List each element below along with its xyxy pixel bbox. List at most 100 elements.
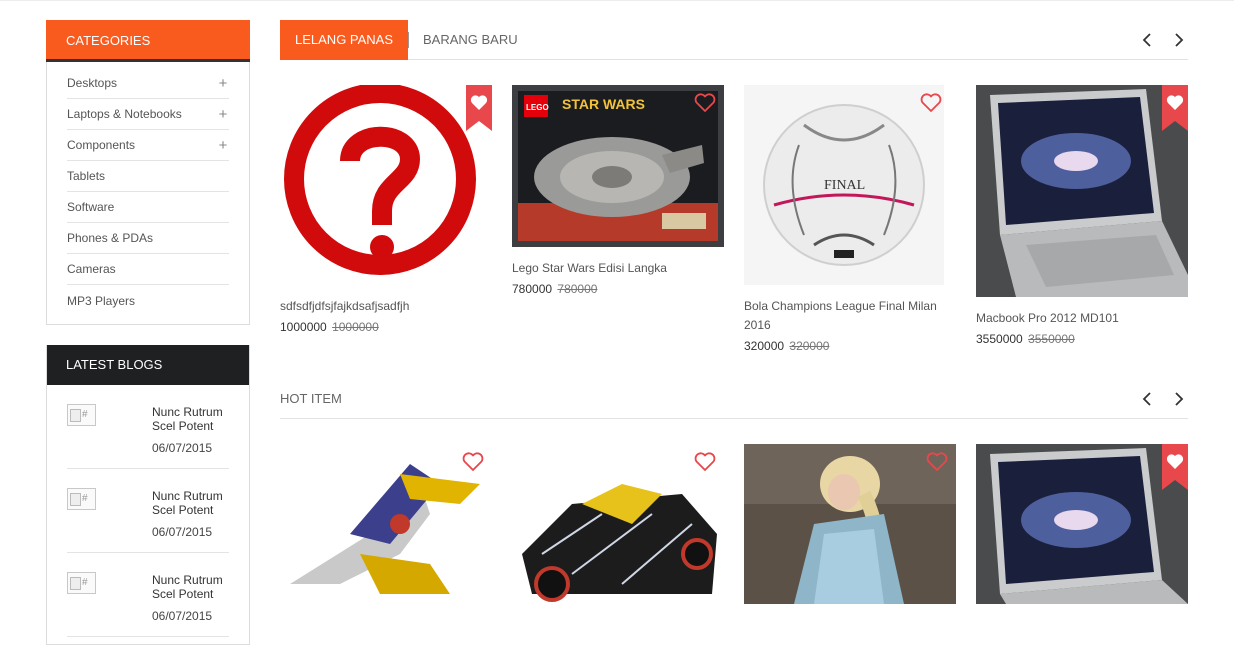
product-card[interactable]: [976, 444, 1188, 604]
product-card[interactable]: [744, 444, 956, 604]
product-image[interactable]: FINAL: [744, 85, 956, 285]
product-image[interactable]: [512, 444, 724, 604]
product-image[interactable]: LEGO STAR WARS: [512, 85, 724, 247]
wishlist-heart-outline-icon[interactable]: [694, 452, 716, 472]
blog-title[interactable]: Nunc Rutrum Scel Potent: [152, 405, 242, 433]
question-mark-image[interactable]: [280, 85, 492, 285]
category-label[interactable]: Laptops & Notebooks: [67, 107, 182, 121]
macbook-image[interactable]: [976, 85, 1188, 297]
sidebar: CATEGORIES Desktops + Laptops & Notebooks…: [46, 20, 250, 645]
top-divider: [0, 0, 1234, 1]
blog-item[interactable]: # Nunc Rutrum Scel Potent 06/07/2015: [67, 469, 229, 553]
blog-item[interactable]: # Nunc Rutrum Scel Potent 06/07/2015: [67, 553, 229, 637]
hot-products: [280, 419, 1188, 619]
hot-item-section-header: HOT ITEM: [280, 379, 1188, 419]
chevron-left-icon[interactable]: [1138, 387, 1158, 411]
broken-image-icon[interactable]: #: [67, 404, 96, 426]
category-label[interactable]: Tablets: [67, 169, 105, 183]
expand-plus-icon[interactable]: +: [217, 75, 229, 92]
categories-panel: CATEGORIES Desktops + Laptops & Notebooks…: [46, 20, 250, 325]
macbook-image[interactable]: [976, 444, 1188, 604]
category-item-software[interactable]: Software: [67, 192, 229, 223]
product-name[interactable]: Bola Champions League Final Milan 2016: [744, 297, 956, 335]
category-item-components[interactable]: Components +: [67, 130, 229, 161]
carousel-next-button[interactable]: [1168, 28, 1188, 52]
category-label[interactable]: MP3 Players: [67, 294, 135, 308]
category-label[interactable]: Desktops: [67, 76, 117, 90]
expand-plus-icon[interactable]: +: [217, 137, 229, 154]
chevron-left-icon[interactable]: [1138, 28, 1158, 52]
blog-title[interactable]: Nunc Rutrum Scel Potent: [152, 573, 242, 601]
tab-barang-baru[interactable]: BARANG BARU: [423, 20, 518, 60]
category-item-desktops[interactable]: Desktops +: [67, 68, 229, 99]
football-image[interactable]: FINAL: [744, 85, 956, 285]
product-image[interactable]: [976, 85, 1188, 297]
current-price: 1000000: [280, 320, 327, 334]
expand-plus-icon[interactable]: +: [217, 106, 229, 123]
wishlist-heart-icon[interactable]: [1162, 85, 1188, 131]
latest-blogs-heading: LATEST BLOGS: [47, 345, 249, 385]
blog-item[interactable]: # Nunc Rutrum Scel Potent 06/07/2015: [67, 385, 229, 469]
wishlist-heart-outline-icon[interactable]: [926, 452, 948, 472]
toy-spaceship-image[interactable]: [280, 444, 492, 604]
broken-image-icon[interactable]: #: [67, 488, 96, 510]
category-label[interactable]: Cameras: [67, 262, 116, 276]
category-item-tablets[interactable]: Tablets: [67, 161, 229, 192]
product-card[interactable]: LEGO STAR WARS Lego Star Wars Edisi Lang…: [512, 85, 724, 296]
wishlist-heart-outline-icon[interactable]: [462, 452, 484, 472]
blog-date: 06/07/2015: [152, 525, 213, 539]
latest-blogs-panel: LATEST BLOGS # Nunc Rutrum Scel Potent 0…: [46, 345, 250, 645]
wishlist-heart-icon[interactable]: [466, 85, 492, 131]
blog-title[interactable]: Nunc Rutrum Scel Potent: [152, 489, 242, 517]
product-price: 3550000 3550000: [976, 332, 1188, 346]
blog-list: # Nunc Rutrum Scel Potent 06/07/2015 # N…: [47, 385, 249, 637]
product-name[interactable]: sdfsdfjdfsjfajkdsafjsadfjh: [280, 297, 492, 316]
product-image[interactable]: [976, 444, 1188, 604]
product-price: 1000000 1000000: [280, 320, 492, 334]
current-price: 3550000: [976, 332, 1023, 346]
category-label[interactable]: Software: [67, 200, 114, 214]
old-price: 320000: [789, 339, 830, 353]
wishlist-heart-outline-icon[interactable]: [694, 93, 716, 113]
category-item-mp3[interactable]: MP3 Players: [67, 285, 229, 316]
product-card[interactable]: Macbook Pro 2012 MD101 3550000 3550000: [976, 85, 1188, 346]
product-name[interactable]: Lego Star Wars Edisi Langka: [512, 259, 724, 278]
old-price: 3550000: [1028, 332, 1075, 346]
main-content: LELANG PANAS BARANG BARU sdfsdfjdfsjfajk…: [280, 20, 1188, 619]
carousel-prev-button[interactable]: [1138, 28, 1158, 52]
broken-image-icon[interactable]: #: [67, 572, 96, 594]
carousel-prev-button[interactable]: [1138, 387, 1158, 411]
toy-car-image[interactable]: [512, 444, 724, 604]
product-image[interactable]: [744, 444, 956, 604]
product-image[interactable]: [280, 444, 492, 604]
auction-section-header: LELANG PANAS BARANG BARU: [280, 20, 1188, 60]
category-label[interactable]: Phones & PDAs: [67, 231, 153, 245]
product-card[interactable]: sdfsdfjdfsjfajkdsafjsadfjh 1000000 10000…: [280, 85, 492, 334]
tab-separator: [408, 32, 409, 48]
product-name[interactable]: Macbook Pro 2012 MD101: [976, 309, 1188, 328]
wishlist-heart-icon[interactable]: [1162, 444, 1188, 490]
product-card[interactable]: [512, 444, 724, 604]
product-card[interactable]: FINAL Bola Champions League Final Milan …: [744, 85, 956, 353]
product-card[interactable]: [280, 444, 492, 604]
current-price: 320000: [744, 339, 785, 353]
categories-heading: CATEGORIES: [46, 20, 250, 62]
tab-lelang-panas[interactable]: LELANG PANAS: [280, 20, 409, 60]
product-image[interactable]: [280, 85, 492, 285]
doll-figure-image[interactable]: [744, 444, 956, 604]
chevron-right-icon[interactable]: [1168, 28, 1188, 52]
blog-date: 06/07/2015: [152, 609, 213, 623]
lego-logo-text: LEGO: [526, 103, 549, 112]
category-item-cameras[interactable]: Cameras: [67, 254, 229, 285]
wishlist-heart-outline-icon[interactable]: [920, 93, 942, 113]
categories-list: Desktops + Laptops & Notebooks + Component…: [47, 62, 249, 324]
category-item-laptops[interactable]: Laptops & Notebooks +: [67, 99, 229, 130]
category-item-phones[interactable]: Phones & PDAs: [67, 223, 229, 254]
old-price: 780000: [557, 282, 598, 296]
hot-item-heading: HOT ITEM: [280, 391, 342, 406]
chevron-right-icon[interactable]: [1168, 387, 1188, 411]
category-label[interactable]: Components: [67, 138, 135, 152]
auction-products: sdfsdfjdfsjfajkdsafjsadfjh 1000000 10000…: [280, 60, 1188, 360]
carousel-next-button[interactable]: [1168, 387, 1188, 411]
lego-box-image[interactable]: LEGO STAR WARS: [512, 85, 724, 247]
